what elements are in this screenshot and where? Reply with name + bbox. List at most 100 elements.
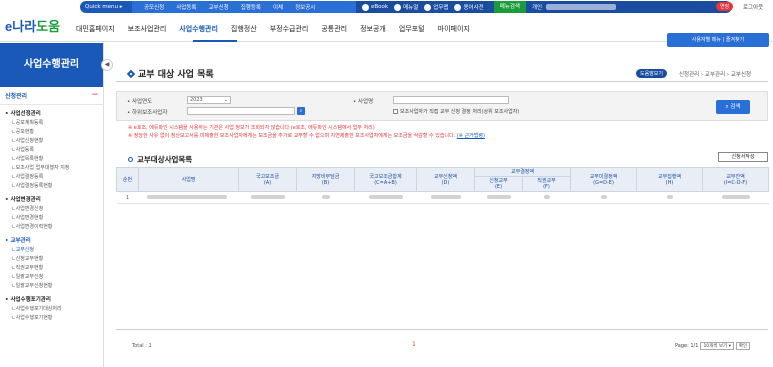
search-button-label: 검색 (730, 104, 741, 110)
quick-menu-links: 공모신청 사업등록 교부신청 집행등록 이체 정보공시 (132, 1, 356, 13)
collapse-sidebar-icon[interactable]: ◀ (101, 59, 113, 71)
sidebar-item[interactable]: ㄴ사업목록현황 (5, 155, 98, 164)
quick-link-execution[interactable]: 집행등록 (241, 3, 261, 11)
col-national-subsidy: 국고보조금 (A) (238, 167, 297, 192)
page-number[interactable]: 1 (412, 341, 416, 348)
quick-link-business-register[interactable]: 사업등록 (176, 3, 196, 11)
sidebar-item[interactable]: ㄴ직권교부현황 (5, 264, 98, 273)
menu-search-button[interactable]: 메뉴검색 (493, 1, 526, 13)
sidebar-item-label: 사업결정등록현황 (15, 183, 53, 189)
sidebar-section-header[interactable]: 신청관리 — (0, 87, 103, 105)
session-extend-button[interactable]: 연장 (716, 2, 734, 11)
sidebar-group-title[interactable]: • 사업변경관리 (5, 195, 98, 203)
year-label: • 사업연도 (127, 99, 153, 105)
dictionary-button[interactable]: 용어사전 (454, 3, 484, 11)
list-title-text: 교부대상사업목록 (137, 155, 193, 164)
sidebar-item-active[interactable]: ㄴ교부신청 (5, 246, 98, 255)
page-title: 교부 대상 사업 목록 (126, 67, 214, 80)
sidebar-item[interactable]: ㄴ사업결정등록현황 (5, 182, 98, 191)
col-paid: 교부집행액 (H) (636, 167, 704, 192)
sidebar-item-label: 사업결정등록 (15, 174, 44, 180)
sidebar-group-title[interactable]: • 사업선정관리 (5, 109, 98, 117)
sidebar-item[interactable]: ㄴ일괄교부신청 (5, 273, 98, 282)
sidebar-item-label: 사업수행포기현황 (15, 315, 53, 321)
header: e나라도움 대민홈페이지 보조사업관리 사업수행관리 집행정산 부정수급관리 공… (0, 14, 773, 42)
sidebar-item[interactable]: ㄴ사업변경이력현황 (5, 223, 98, 232)
title-divider (116, 81, 768, 82)
group-title-text: 교부관리 (10, 238, 31, 244)
search-button[interactable]: ⌕ 검색 (716, 100, 750, 114)
redacted-text (368, 194, 403, 199)
year-label-text: 사업연도 (132, 99, 153, 105)
direct-decision-checkbox[interactable] (393, 109, 398, 114)
sidebar-item-label: 사업목록현황 (15, 156, 44, 162)
quick-link-transfer[interactable]: 이체 (273, 3, 283, 11)
site-logo[interactable]: e나라도움 (5, 16, 60, 35)
group-title-text: 사업수행포기관리 (10, 297, 51, 303)
nav-subsidy-management[interactable]: 보조사업관리 (128, 24, 167, 34)
utility-links: eBook 매뉴얼 업무맵 용어사전 메뉴검색 개인 (356, 1, 732, 13)
page-size-select[interactable]: 10개씩 보기 ▾ (700, 342, 734, 350)
sidebar-group-title-active[interactable]: • 교부관리 (5, 236, 98, 244)
business-name-label-text: 사업명 (358, 99, 374, 105)
help-button[interactable]: 도움말보기 (636, 69, 668, 78)
col-subsidy-total: 국고보조금합계 (C=A+B) (354, 167, 417, 192)
subsidy-input[interactable] (187, 107, 295, 115)
logo-accent: 도움 (36, 19, 61, 34)
sidebar-item[interactable]: ㄴ사업수행포기현황 (5, 314, 98, 323)
logout-link[interactable]: 로그아웃 (743, 3, 763, 11)
nav-common-management[interactable]: 공통관리 (321, 24, 347, 34)
nav-business-execution[interactable]: 사업수행관리 (179, 24, 218, 34)
quick-link-contest[interactable]: 공모신청 (144, 3, 164, 11)
sidebar-group: • 사업변경관리 ㄴ사업변경신청 ㄴ사업변경현황 ㄴ사업변경이력현황 (0, 191, 103, 232)
sidebar-item[interactable]: ㄴ공모계획등록 (5, 119, 98, 128)
row-balance-redacted (702, 191, 769, 204)
nav-public-homepage[interactable]: 대민홈페이지 (76, 24, 115, 34)
sidebar-item[interactable]: ㄴ사업등록 (5, 146, 98, 155)
quick-menu-button[interactable]: Quick menu ▸ (80, 1, 132, 13)
ebook-button[interactable]: eBook (362, 3, 388, 11)
business-name-input[interactable] (393, 96, 509, 104)
direct-decision-label: 보조사업자가 직접 교부 신청 결정 처리(상위 보조사업자) (400, 109, 520, 115)
sidebar-item[interactable]: ㄴ일괄교부신청현황 (5, 282, 98, 291)
manual-button[interactable]: 매뉴얼 (394, 3, 418, 11)
sidebar-item[interactable]: ㄴ사업신청현황 (5, 137, 98, 146)
sidebar-item[interactable]: ㄴ공모현황 (5, 128, 98, 137)
user-menu-favorites-button[interactable]: 사용자별 메뉴 | 즐겨찾기 (667, 33, 769, 47)
sidebar-item-label: 신청교부현황 (15, 256, 44, 262)
row-business-name-redacted[interactable] (138, 191, 239, 204)
user-name-redacted (546, 4, 617, 10)
nav-information-disclosure[interactable]: 정보공개 (360, 24, 386, 34)
sidebar-group: • 사업선정관리 ㄴ공모계획등록 ㄴ공모현황 ㄴ사업신청현황 ㄴ사업등록 ㄴ사업… (0, 105, 103, 191)
sidebar-item[interactable]: ㄴ신청교부현황 (5, 255, 98, 264)
col-no: 순번 (116, 167, 139, 192)
year-select[interactable]: 2023 ⌄ (187, 96, 231, 104)
page-confirm-button[interactable]: 확인 (735, 342, 751, 350)
notice-text: ※ e호조, 에듀파인 시스템을 사용하는 기관은 사업 정보가 조회되지 않습… (128, 124, 485, 140)
nav-work-portal[interactable]: 업무포털 (399, 24, 425, 34)
sidebar-item[interactable]: ㄴ사업변경현황 (5, 214, 98, 223)
sidebar-item[interactable]: ㄴ사업변경신청 (5, 205, 98, 214)
sidebar-item[interactable]: ㄴ사업수행포기대상처리 (5, 305, 98, 314)
row-local-redacted (296, 191, 355, 204)
quick-link-disclosure[interactable]: 정보공시 (295, 3, 315, 11)
col-apply-decision: 신청교부 (E) (474, 176, 523, 192)
sidebar-item[interactable]: ㄴ사업결정등록 (5, 173, 98, 182)
notice-line-2: ※ 정당한 사유 없이 정산보고서를 미제출한 보조사업자에게는 보조금을 추가… (128, 132, 485, 140)
subsidy-search-icon[interactable]: ⌕ (297, 107, 305, 115)
work-map-button[interactable]: 업무맵 (424, 3, 448, 11)
sidebar-item[interactable]: ㄴ보조사업 업무대행자 지정 (5, 164, 98, 173)
sidebar-group-title[interactable]: • 사업수행포기관리 (5, 295, 98, 303)
sidebar-title: 사업수행관리 (0, 43, 103, 87)
write-application-button[interactable]: 신청서작성 (718, 152, 768, 162)
legal-basis-link[interactable]: (※ 근거법령) (457, 133, 485, 139)
nav-my-page[interactable]: 마이페이지 (438, 24, 470, 34)
group-title-text: 사업변경관리 (10, 197, 41, 203)
quick-link-grant-apply[interactable]: 교부신청 (209, 3, 229, 11)
nav-execution-settlement[interactable]: 집행정산 (231, 24, 257, 34)
sidebar-group: • 사업수행포기관리 ㄴ사업수행포기대상처리 ㄴ사업수행포기현황 (0, 291, 103, 323)
row-paid-redacted (636, 191, 703, 204)
sidebar-item-label: 사업신청현황 (15, 138, 44, 144)
table-row[interactable]: 1 (116, 191, 769, 204)
nav-fraud-management[interactable]: 부정수급관리 (270, 24, 309, 34)
